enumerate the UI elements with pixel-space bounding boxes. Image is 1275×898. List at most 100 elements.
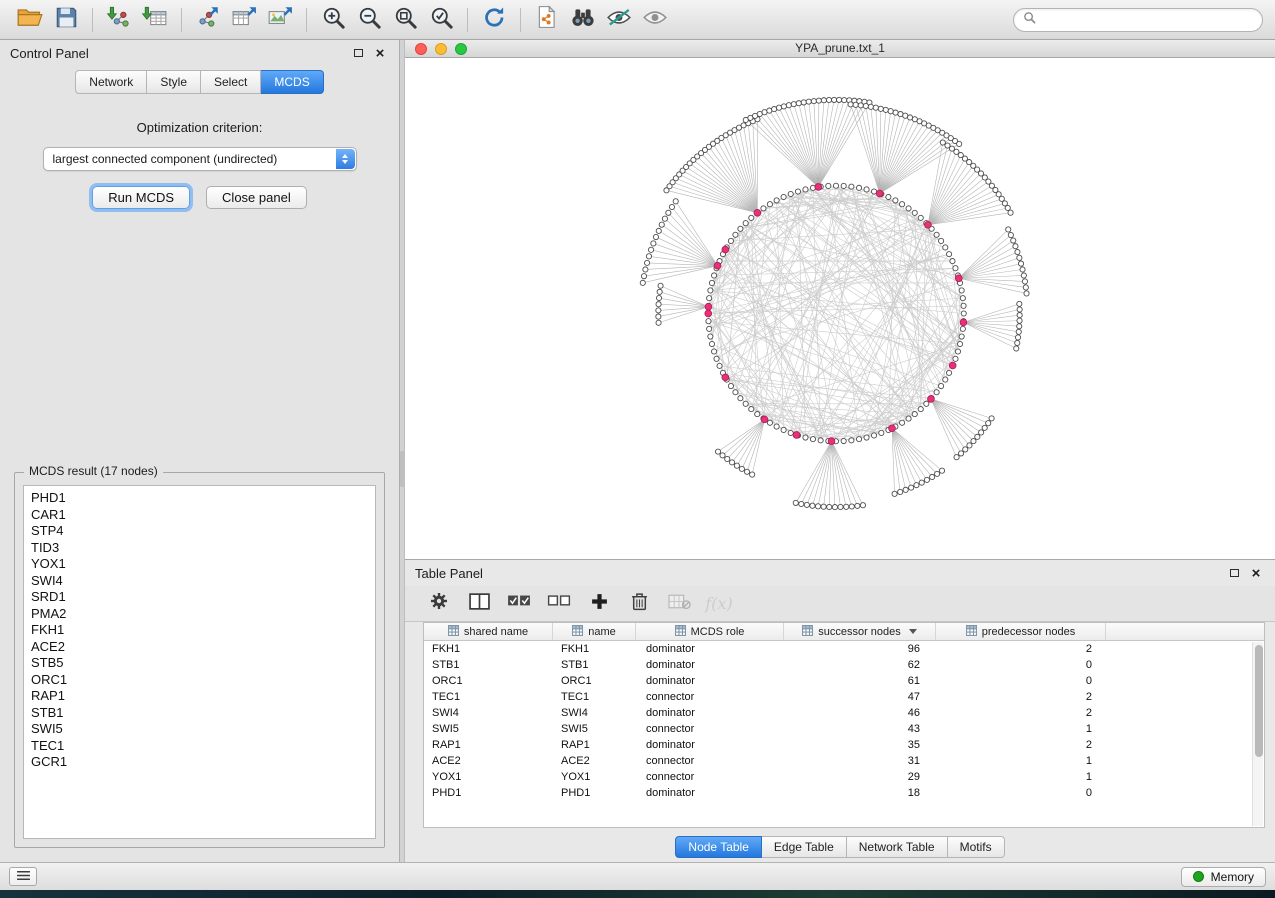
table-settings-button[interactable] [427, 592, 451, 616]
table-row[interactable]: PHD1PHD1dominator180 [424, 785, 1264, 801]
table-row[interactable]: ACE2ACE2connector311 [424, 753, 1264, 769]
node-table-header: shared name name MCDS role successo [424, 623, 1264, 641]
zoom-fit-button[interactable] [387, 5, 423, 35]
delete-table-icon [668, 593, 691, 615]
delete-column-button[interactable] [627, 592, 651, 616]
mcds-result-item[interactable]: PHD1 [31, 490, 368, 507]
table-row[interactable]: SWI4SWI4dominator462 [424, 705, 1264, 721]
mcds-result-item[interactable]: STP4 [31, 523, 368, 540]
tab-node-table[interactable]: Node Table [675, 836, 762, 858]
mcds-result-list[interactable]: PHD1CAR1STP4TID3YOX1SWI4SRD1PMA2FKH1ACE2… [23, 485, 376, 839]
tab-style[interactable]: Style [147, 70, 201, 94]
mcds-result-item[interactable]: ACE2 [31, 639, 368, 656]
network-window-title: YPA_prune.txt_1 [795, 41, 885, 55]
float-panel-button[interactable] [349, 44, 367, 62]
network-window-titlebar[interactable]: YPA_prune.txt_1 [405, 40, 1275, 58]
tab-mcds[interactable]: MCDS [261, 70, 323, 94]
apply-layout-button[interactable] [476, 5, 512, 35]
run-mcds-button[interactable]: Run MCDS [92, 186, 190, 209]
scrollbar-thumb[interactable] [1255, 645, 1263, 757]
mcds-result-item[interactable]: TID3 [31, 540, 368, 557]
mcds-result-item[interactable]: STB5 [31, 655, 368, 672]
mcds-result-item[interactable]: YOX1 [31, 556, 368, 573]
network-document-button[interactable] [529, 5, 565, 35]
table-row[interactable]: SWI5SWI5connector431 [424, 721, 1264, 737]
tab-select[interactable]: Select [201, 70, 261, 94]
close-panel-button[interactable]: × [371, 44, 389, 62]
table-cell-shared-name: PHD1 [424, 785, 553, 801]
column-header-shared-name[interactable]: shared name [424, 623, 553, 640]
mcds-result-item[interactable]: SRD1 [31, 589, 368, 606]
column-header-predecessor-nodes[interactable]: predecessor nodes [936, 623, 1106, 640]
mcds-result-item[interactable]: SWI5 [31, 721, 368, 738]
optimization-criterion-select[interactable]: largest connected component (undirected) [43, 147, 357, 171]
table-cell-shared-name: ORC1 [424, 673, 553, 689]
mcds-result-item[interactable]: GCR1 [31, 754, 368, 771]
add-column-button[interactable] [587, 592, 611, 616]
search-input[interactable] [1042, 13, 1253, 27]
import-table-button[interactable] [137, 5, 173, 35]
network-canvas[interactable] [405, 58, 1275, 559]
window-close-button[interactable] [415, 43, 427, 55]
table-row[interactable]: STB1STB1dominator620 [424, 657, 1264, 673]
float-table-panel-button[interactable] [1225, 564, 1243, 582]
export-image-button[interactable] [262, 5, 298, 35]
table-cell-predecessor-nodes: 1 [936, 769, 1106, 785]
task-history-button[interactable] [9, 867, 37, 886]
table-row[interactable]: YOX1YOX1connector291 [424, 769, 1264, 785]
show-graphics-icon [642, 7, 668, 33]
export-network-button[interactable] [190, 5, 226, 35]
table-cell-successor-nodes: 61 [784, 673, 936, 689]
mcds-result-item[interactable]: FKH1 [31, 622, 368, 639]
open-file-button[interactable] [12, 5, 48, 35]
column-header-successor-nodes[interactable]: successor nodes [784, 623, 936, 640]
tab-network-table[interactable]: Network Table [847, 836, 948, 858]
column-header-mcds-role[interactable]: MCDS role [636, 623, 784, 640]
table-scrollbar[interactable] [1252, 642, 1263, 826]
control-panel: Control Panel × Network Style Select MCD… [0, 40, 400, 862]
window-zoom-button[interactable] [455, 43, 467, 55]
column-header-name[interactable]: name [553, 623, 636, 640]
mcds-result-item[interactable]: STB1 [31, 705, 368, 722]
tab-network[interactable]: Network [75, 70, 147, 94]
delete-icon [631, 592, 648, 616]
close-mcds-panel-button[interactable]: Close panel [206, 186, 307, 209]
zoom-out-button[interactable] [351, 5, 387, 35]
table-toolbar: f(x) [405, 586, 1275, 622]
table-cell-name: TEC1 [553, 689, 636, 705]
zoom-in-button[interactable] [315, 5, 351, 35]
table-cell-shared-name: TEC1 [424, 689, 553, 705]
select-all-button[interactable] [507, 592, 531, 616]
mcds-result-item[interactable]: RAP1 [31, 688, 368, 705]
import-network-button[interactable] [101, 5, 137, 35]
export-table-button[interactable] [226, 5, 262, 35]
show-columns-button[interactable] [467, 592, 491, 616]
memory-button[interactable]: Memory [1181, 867, 1266, 887]
close-table-panel-button[interactable]: × [1247, 564, 1265, 582]
find-button[interactable] [565, 5, 601, 35]
mcds-result-item[interactable]: TEC1 [31, 738, 368, 755]
table-cell-predecessor-nodes: 1 [936, 753, 1106, 769]
save-session-button[interactable] [48, 5, 84, 35]
table-row[interactable]: FKH1FKH1dominator962 [424, 641, 1264, 657]
show-graphics-button[interactable] [637, 5, 673, 35]
table-cell-predecessor-nodes: 2 [936, 641, 1106, 657]
mcds-result-item[interactable]: CAR1 [31, 507, 368, 524]
hide-graphics-button[interactable] [601, 5, 637, 35]
tab-motifs[interactable]: Motifs [948, 836, 1005, 858]
mcds-result-item[interactable]: PMA2 [31, 606, 368, 623]
desktop-wallpaper-strip [0, 890, 1275, 898]
table-row[interactable]: TEC1TEC1connector472 [424, 689, 1264, 705]
mcds-result-item[interactable]: ORC1 [31, 672, 368, 689]
mcds-result-item[interactable]: SWI4 [31, 573, 368, 590]
table-cell-mcds-role: connector [636, 753, 784, 769]
save-icon [55, 6, 78, 34]
table-cell-predecessor-nodes: 2 [936, 689, 1106, 705]
table-cell-mcds-role: dominator [636, 705, 784, 721]
zoom-selected-button[interactable] [423, 5, 459, 35]
table-row[interactable]: RAP1RAP1dominator352 [424, 737, 1264, 753]
deselect-all-button[interactable] [547, 592, 571, 616]
table-row[interactable]: ORC1ORC1dominator610 [424, 673, 1264, 689]
tab-edge-table[interactable]: Edge Table [762, 836, 847, 858]
window-minimize-button[interactable] [435, 43, 447, 55]
